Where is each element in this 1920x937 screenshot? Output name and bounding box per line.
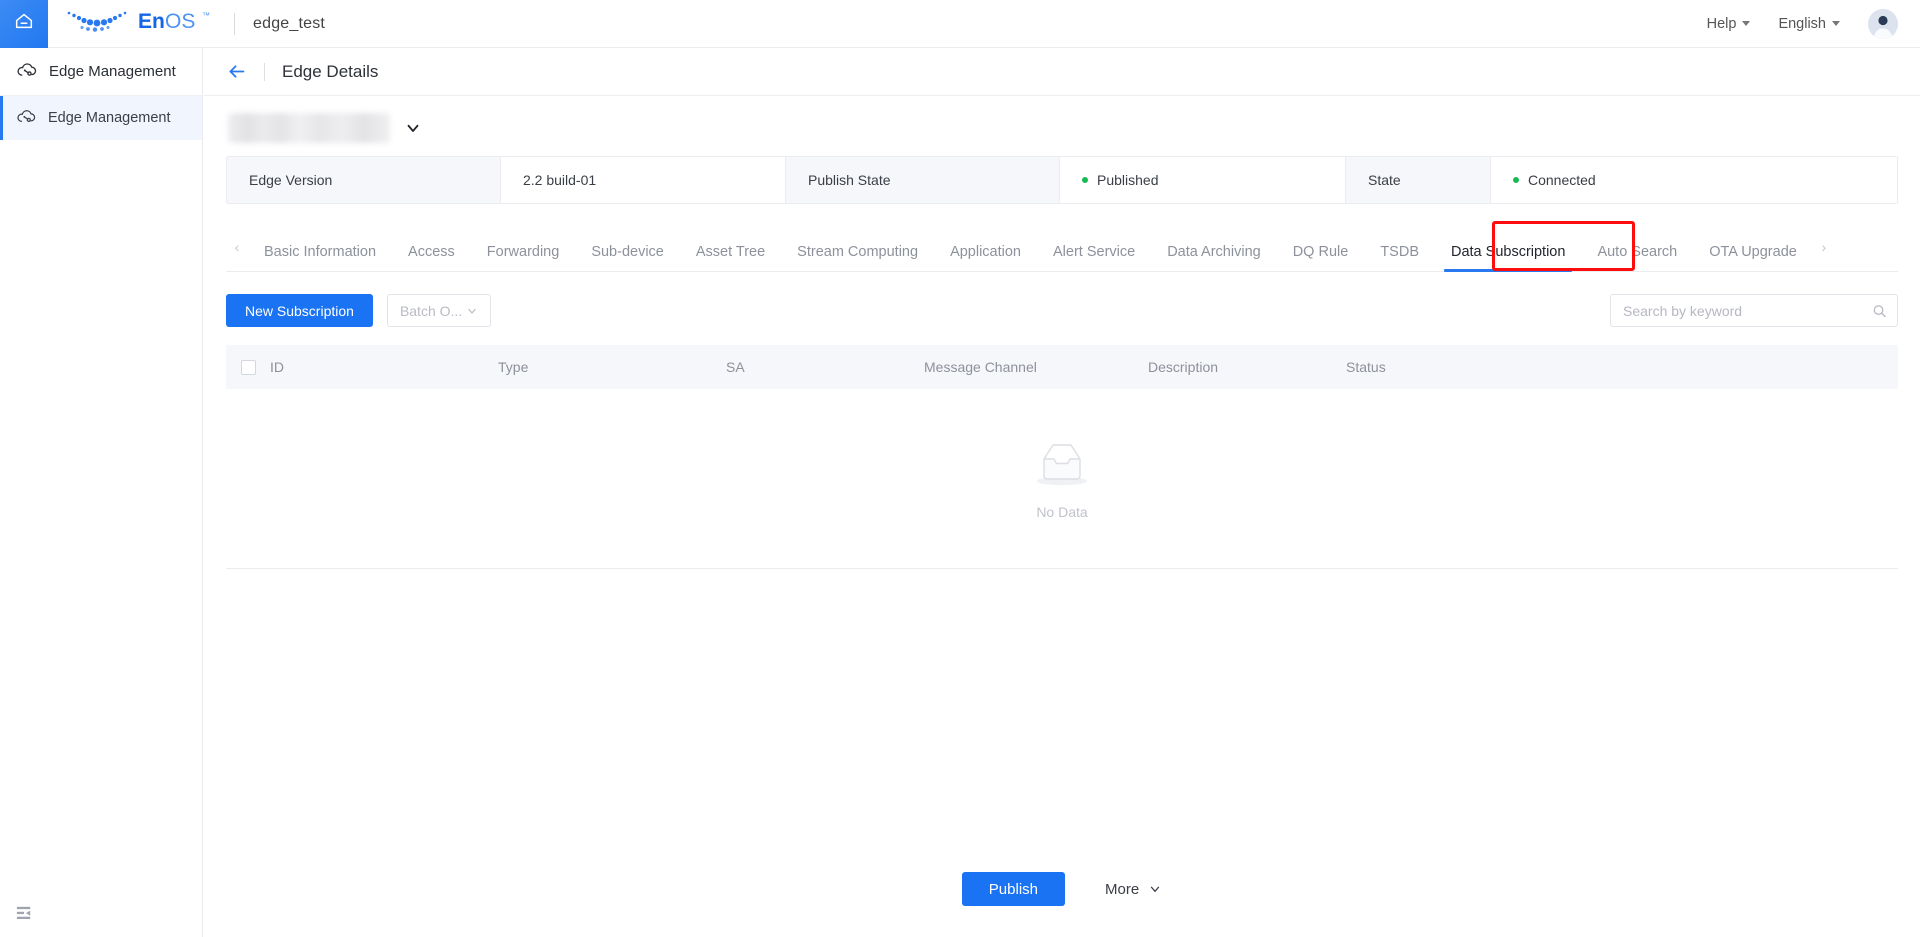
avatar[interactable]: [1868, 8, 1898, 39]
publish-button[interactable]: Publish: [961, 872, 1065, 906]
home-icon: [13, 10, 35, 37]
top-bar: En OS ™ edge_test Help English: [0, 0, 1920, 48]
sidebar: Edge Management Edge Management: [0, 48, 203, 937]
column-header-description: Description: [1148, 359, 1219, 375]
tab-sub-device[interactable]: Sub-device: [575, 244, 680, 271]
tab-application[interactable]: Application: [934, 244, 1037, 271]
no-data-label: No Data: [1036, 504, 1088, 520]
tab-asset-tree[interactable]: Asset Tree: [680, 244, 781, 271]
chevron-down-icon: [1742, 21, 1751, 26]
svg-text:OS: OS: [165, 10, 195, 33]
column-header-type: Type: [498, 359, 529, 375]
tab-data-archiving[interactable]: Data Archiving: [1151, 244, 1277, 271]
sidebar-item-edge-management[interactable]: Edge Management: [0, 96, 202, 140]
search-box: [1610, 294, 1898, 327]
top-bar-actions: Help English: [1707, 8, 1920, 39]
select-all-checkbox-cell: [226, 359, 270, 375]
column-header-status: Status: [1346, 359, 1386, 375]
main-content: Edge Details Edge Version 2.2 build-01 P…: [204, 48, 1920, 937]
search-input[interactable]: [1610, 294, 1898, 327]
more-button[interactable]: More: [1105, 881, 1162, 898]
tab-alert-service[interactable]: Alert Service: [1037, 244, 1151, 271]
info-value-edge-version: 2.2 build-01: [501, 157, 786, 203]
tab-forwarding[interactable]: Forwarding: [471, 244, 576, 271]
batch-operation-label: Batch O...: [399, 302, 463, 319]
tab-auto-search[interactable]: Auto Search: [1581, 244, 1693, 271]
tab-stream-computing[interactable]: Stream Computing: [781, 244, 934, 271]
table-header-row: ID Type SA Message Channel Description S…: [226, 345, 1898, 389]
home-button[interactable]: [0, 0, 48, 48]
footer-actions: Publish More: [204, 872, 1920, 906]
info-value-publish-state: Published: [1060, 157, 1346, 203]
edge-cloud-icon: [16, 106, 36, 131]
edge-info-bar: Edge Version 2.2 build-01 Publish State …: [226, 156, 1898, 204]
sidebar-header-label: Edge Management: [49, 63, 176, 80]
empty-inbox-icon: [1031, 437, 1093, 494]
tab-ota-upgrade[interactable]: OTA Upgrade: [1693, 244, 1813, 271]
chevron-down-icon: [468, 308, 476, 314]
column-header-sa: SA: [726, 359, 745, 375]
table-empty-state: No Data: [226, 389, 1898, 569]
info-label-state: State: [1346, 157, 1491, 203]
chevron-down-icon: [1832, 21, 1840, 26]
brand-divider: [234, 12, 235, 35]
column-header-id: ID: [270, 359, 284, 375]
device-name-redacted[interactable]: [228, 113, 390, 143]
sidebar-header-edge-management[interactable]: Edge Management: [0, 48, 202, 96]
language-menu[interactable]: English: [1778, 16, 1840, 32]
batch-operation-dropdown[interactable]: Batch O...: [386, 294, 492, 327]
page-header-divider: [264, 62, 265, 81]
svg-text:En: En: [138, 10, 165, 33]
chevron-down-icon[interactable]: [404, 119, 422, 137]
enos-wordmark: En OS ™: [138, 8, 216, 39]
content-area: Edge Version 2.2 build-01 Publish State …: [204, 96, 1920, 569]
tab-data-subscription[interactable]: Data Subscription: [1435, 244, 1581, 272]
device-selector[interactable]: [226, 96, 1898, 156]
info-value-state: Connected: [1491, 157, 1897, 203]
tab-access[interactable]: Access: [392, 244, 471, 271]
tab-tsdb[interactable]: TSDB: [1364, 244, 1435, 271]
help-label: Help: [1706, 15, 1737, 32]
page-header: Edge Details: [204, 48, 1920, 96]
brand-logo[interactable]: En OS ™: [66, 8, 216, 39]
sidebar-collapse-icon[interactable]: [12, 901, 36, 925]
search-icon[interactable]: [1872, 303, 1887, 318]
subscription-table: ID Type SA Message Channel Description S…: [226, 345, 1898, 569]
help-menu[interactable]: Help: [1707, 16, 1751, 32]
info-label-publish-state: Publish State: [786, 157, 1060, 203]
enos-dots-icon: [66, 8, 128, 39]
chevron-down-icon: [1151, 886, 1160, 892]
publish-state-text: Published: [1097, 172, 1159, 188]
tab-dq-rule[interactable]: DQ Rule: [1277, 244, 1365, 271]
language-label: English: [1778, 15, 1826, 32]
page-title: Edge Details: [282, 61, 379, 81]
edge-cloud-icon: [16, 59, 37, 85]
tab-basic-information[interactable]: Basic Information: [248, 244, 392, 271]
select-all-checkbox[interactable]: [240, 359, 256, 375]
info-label-edge-version: Edge Version: [227, 157, 501, 203]
chevron-left-icon[interactable]: ‹: [226, 232, 248, 271]
more-label: More: [1105, 880, 1140, 898]
new-subscription-button[interactable]: New Subscription: [226, 294, 373, 327]
chevron-right-icon[interactable]: ›: [1813, 232, 1835, 271]
column-header-message-channel: Message Channel: [924, 359, 1037, 375]
state-text: Connected: [1528, 172, 1596, 188]
table-toolbar: New Subscription Batch O...: [226, 294, 1898, 327]
tab-bar: ‹ Basic Information Access Forwarding Su…: [226, 221, 1898, 272]
status-dot-icon: [1513, 177, 1519, 183]
document-title: edge_test: [253, 14, 326, 32]
svg-text:™: ™: [202, 11, 210, 20]
back-arrow-icon[interactable]: [226, 61, 247, 82]
sidebar-item-label: Edge Management: [48, 110, 171, 126]
status-dot-icon: [1082, 177, 1088, 183]
